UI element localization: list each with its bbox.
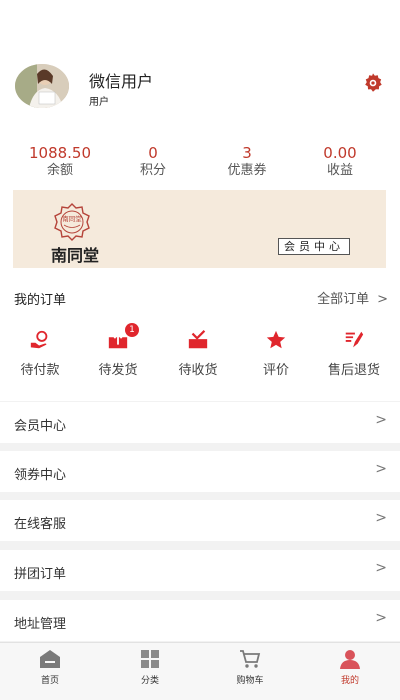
chevron-right-icon: > [377,292,388,307]
ship-icon: 1 [107,323,139,351]
tab-label: 首页 [40,676,59,686]
menu-address[interactable]: 地址管理 > [0,600,400,641]
membership-banner[interactable]: 南同堂 南同堂 会员中心 [13,190,386,268]
menu-coupon-center[interactable]: 领券中心 > [0,451,400,492]
receive-icon [187,329,209,351]
profile-header: 微信用户 用户 [0,0,400,140]
stat-earnings[interactable]: 0.00 收益 [290,144,390,180]
stat-label: 优惠券 [227,163,267,178]
order-pending-receipt[interactable]: 待收货 [158,329,238,378]
refund-icon [343,329,365,351]
orders-section: 我的订单 全部订单 > 待付款 1 待发货 待收货 评价 售后退货 [0,275,400,401]
chevron-right-icon: > [375,412,387,428]
menu-member-center[interactable]: 会员中心 > [0,402,400,443]
order-pending-shipment[interactable]: 1 待发货 [78,323,158,378]
tab-label: 我的 [340,676,359,686]
user-name: 微信用户 [89,72,154,91]
order-review[interactable]: 评价 [236,329,316,378]
stat-value: 0.00 [323,144,357,162]
tab-cart[interactable]: 购物车 [200,649,300,686]
stat-label: 积分 [139,163,166,178]
tab-home[interactable]: 首页 [0,649,100,686]
order-pending-payment[interactable]: 待付款 [0,329,80,378]
user-icon [339,649,361,669]
chevron-right-icon: > [375,510,387,526]
order-label: 待发货 [98,363,138,378]
order-label: 待付款 [20,363,60,378]
tab-category[interactable]: 分类 [100,649,200,686]
chevron-right-icon: > [375,610,387,626]
seal-text: 南同堂 [62,214,82,223]
stat-value: 0 [148,144,158,162]
avatar[interactable] [15,64,69,108]
brand-seal-icon: 南同堂 [52,202,92,246]
chevron-right-icon: > [375,560,387,576]
menu-label: 地址管理 [14,617,67,632]
all-orders-link[interactable]: 全部订单 > [317,288,388,307]
order-label: 评价 [262,363,289,378]
bottom-tab-bar: 首页 分类 购物车 我的 [0,642,400,700]
menu-online-service[interactable]: 在线客服 > [0,500,400,541]
pay-icon [29,329,51,351]
tab-label: 购物车 [236,676,264,686]
menu-label: 会员中心 [14,419,67,434]
stat-coupons[interactable]: 3 优惠券 [197,144,297,180]
stat-label: 余额 [46,163,73,178]
user-role: 用户 [89,97,109,108]
star-icon [265,329,287,351]
menu-label: 领券中心 [14,468,67,483]
order-label: 售后退货 [327,363,380,378]
cart-icon [239,649,261,669]
tab-mine[interactable]: 我的 [300,649,400,686]
orders-title: 我的订单 [14,293,67,308]
stat-value: 3 [242,144,252,162]
settings-gear-icon[interactable] [362,72,384,94]
tab-label: 分类 [140,676,159,686]
category-icon [139,649,161,669]
all-orders-label: 全部订单 [317,292,370,307]
order-label: 待收货 [178,363,218,378]
stats-bar: 1088.50 余额 0 积分 3 优惠券 0.00 收益 [0,140,400,185]
stat-label: 收益 [326,163,353,178]
stat-points[interactable]: 0 积分 [103,144,203,180]
menu-label: 拼团订单 [14,567,67,582]
order-badge: 1 [125,323,139,337]
menu-label: 在线客服 [14,517,67,532]
order-after-sales[interactable]: 售后退货 [314,329,394,378]
home-icon [39,649,61,669]
stat-value: 1088.50 [28,144,92,162]
brand-name: 南同堂 [51,246,100,265]
vip-center-label: 会员中心 [278,238,350,255]
menu-group-orders[interactable]: 拼团订单 > [0,550,400,591]
stat-balance[interactable]: 1088.50 余额 [10,144,110,180]
chevron-right-icon: > [375,461,387,477]
